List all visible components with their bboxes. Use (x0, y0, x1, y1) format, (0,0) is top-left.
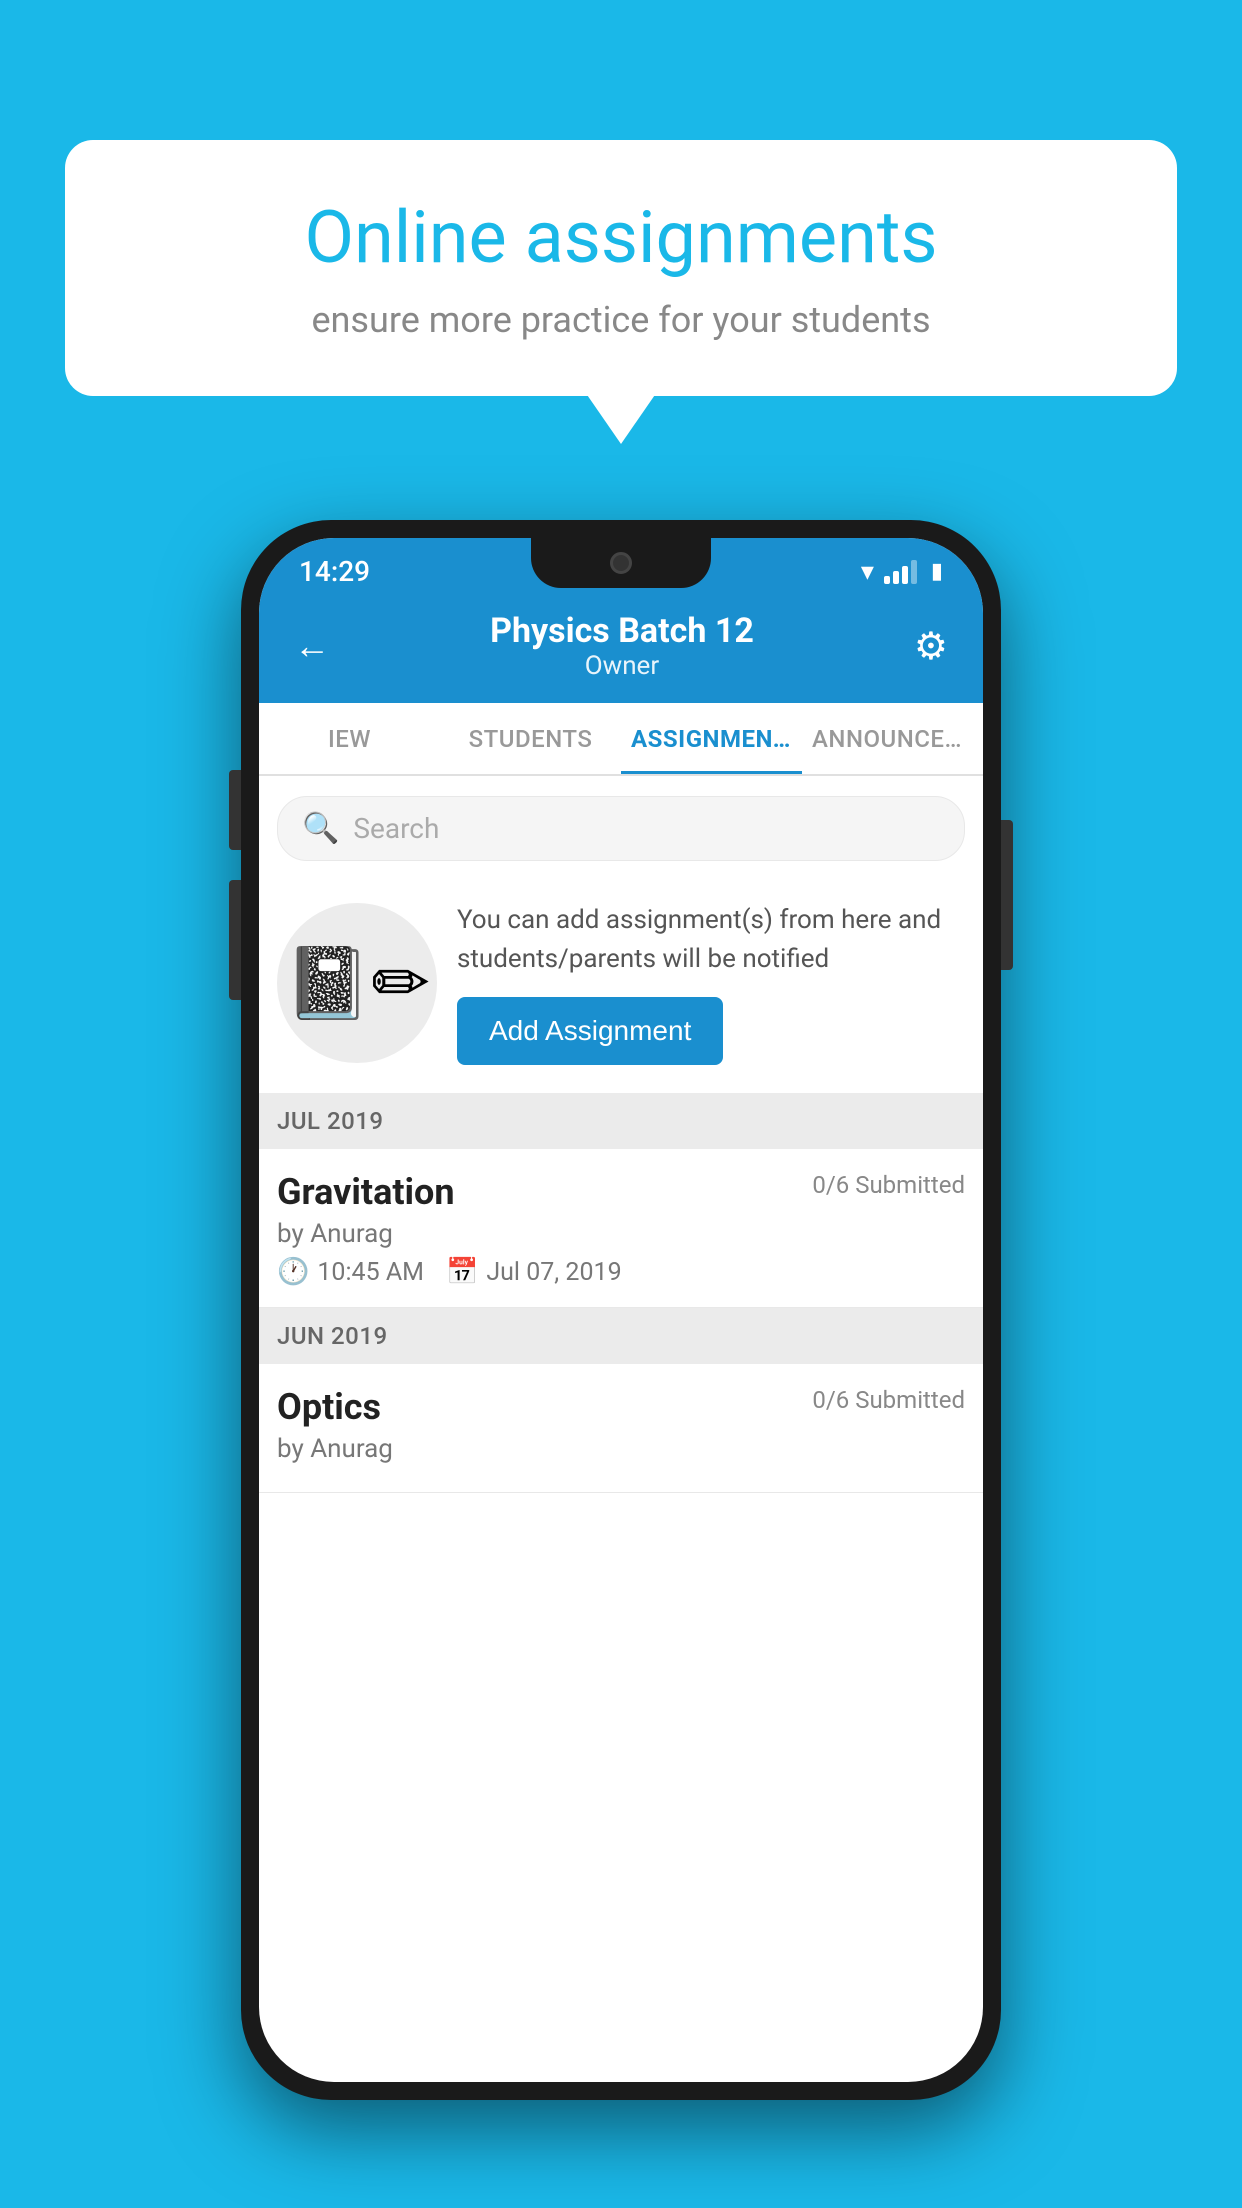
assignment-submitted-gravitation: 0/6 Submitted (812, 1171, 965, 1199)
status-time: 14:29 (299, 555, 370, 588)
back-button[interactable]: ← (294, 625, 330, 667)
search-bar[interactable]: 🔍 Search (277, 796, 965, 861)
phone-camera (610, 552, 632, 574)
promo-section: 📓✏ You can add assignment(s) from here a… (259, 881, 983, 1093)
speech-bubble: Online assignments ensure more practice … (65, 140, 1177, 396)
tab-iew[interactable]: IEW (259, 703, 440, 774)
speech-bubble-container: Online assignments ensure more practice … (65, 140, 1177, 396)
add-assignment-button[interactable]: Add Assignment (457, 997, 723, 1065)
promo-content: You can add assignment(s) from here and … (457, 901, 965, 1065)
tab-students[interactable]: STUDENTS (440, 703, 621, 774)
status-icons: ▾ ▮ (861, 557, 943, 587)
promo-text: You can add assignment(s) from here and … (457, 901, 965, 979)
bubble-title: Online assignments (135, 195, 1107, 281)
header-center: Physics Batch 12 Owner (490, 611, 754, 681)
phone-screen: 14:29 ▾ ▮ ← Physics Batch 12 (259, 538, 983, 2082)
header-subtitle: Owner (490, 651, 754, 681)
signal-bar-4 (911, 560, 917, 584)
app-header: ← Physics Batch 12 Owner ⚙ (259, 593, 983, 703)
phone-side-btn-power (1001, 820, 1013, 970)
assignment-name-gravitation: Gravitation (277, 1171, 455, 1213)
phone-side-btn-volume-mute (229, 770, 241, 850)
assignment-meta-gravitation: 🕐 10:45 AM 📅 Jul 07, 2019 (277, 1257, 965, 1287)
settings-icon[interactable]: ⚙ (914, 624, 948, 669)
assignment-item-gravitation[interactable]: Gravitation 0/6 Submitted by Anurag 🕐 10… (259, 1149, 983, 1308)
phone-side-btn-volume (229, 880, 241, 1000)
meta-date-gravitation: 📅 Jul 07, 2019 (446, 1257, 622, 1287)
tabs-container: IEW STUDENTS ASSIGNMENTS ANNOUNCEMI (259, 703, 983, 776)
bubble-subtitle: ensure more practice for your students (135, 299, 1107, 341)
section-header-jun: JUN 2019 (259, 1308, 983, 1364)
clock-icon: 🕐 (277, 1257, 309, 1287)
assignment-time-gravitation: 10:45 AM (317, 1258, 424, 1287)
search-icon: 🔍 (302, 811, 339, 846)
phone-outer: 14:29 ▾ ▮ ← Physics Batch 12 (241, 520, 1001, 2100)
section-header-jul: JUL 2019 (259, 1093, 983, 1149)
assignment-by-gravitation: by Anurag (277, 1219, 965, 1249)
assignment-item-optics[interactable]: Optics 0/6 Submitted by Anurag (259, 1364, 983, 1493)
assignment-by-optics: by Anurag (277, 1434, 965, 1464)
tab-assignments[interactable]: ASSIGNMENTS (621, 703, 802, 774)
assignment-top-optics: Optics 0/6 Submitted (277, 1386, 965, 1428)
signal-bar-3 (902, 566, 908, 584)
content-area: 🔍 Search 📓✏ You can add assignment(s) fr… (259, 776, 983, 1493)
signal-bar-1 (884, 576, 890, 584)
assignment-date-gravitation: Jul 07, 2019 (486, 1258, 621, 1287)
assignment-name-optics: Optics (277, 1386, 381, 1428)
tab-announcements[interactable]: ANNOUNCEMI (802, 703, 983, 774)
header-title: Physics Batch 12 (490, 611, 754, 651)
assignment-submitted-optics: 0/6 Submitted (812, 1386, 965, 1414)
signal-bars (884, 560, 917, 584)
battery-icon: ▮ (931, 559, 943, 584)
notebook-icon: 📓✏ (284, 942, 430, 1025)
calendar-icon: 📅 (446, 1257, 478, 1287)
phone-mockup: 14:29 ▾ ▮ ← Physics Batch 12 (241, 520, 1001, 2100)
promo-icon-circle: 📓✏ (277, 903, 437, 1063)
signal-bar-2 (893, 571, 899, 584)
search-placeholder: Search (353, 812, 439, 845)
phone-notch (531, 538, 711, 588)
wifi-icon: ▾ (861, 557, 874, 587)
assignment-top: Gravitation 0/6 Submitted (277, 1171, 965, 1213)
meta-time-gravitation: 🕐 10:45 AM (277, 1257, 424, 1287)
